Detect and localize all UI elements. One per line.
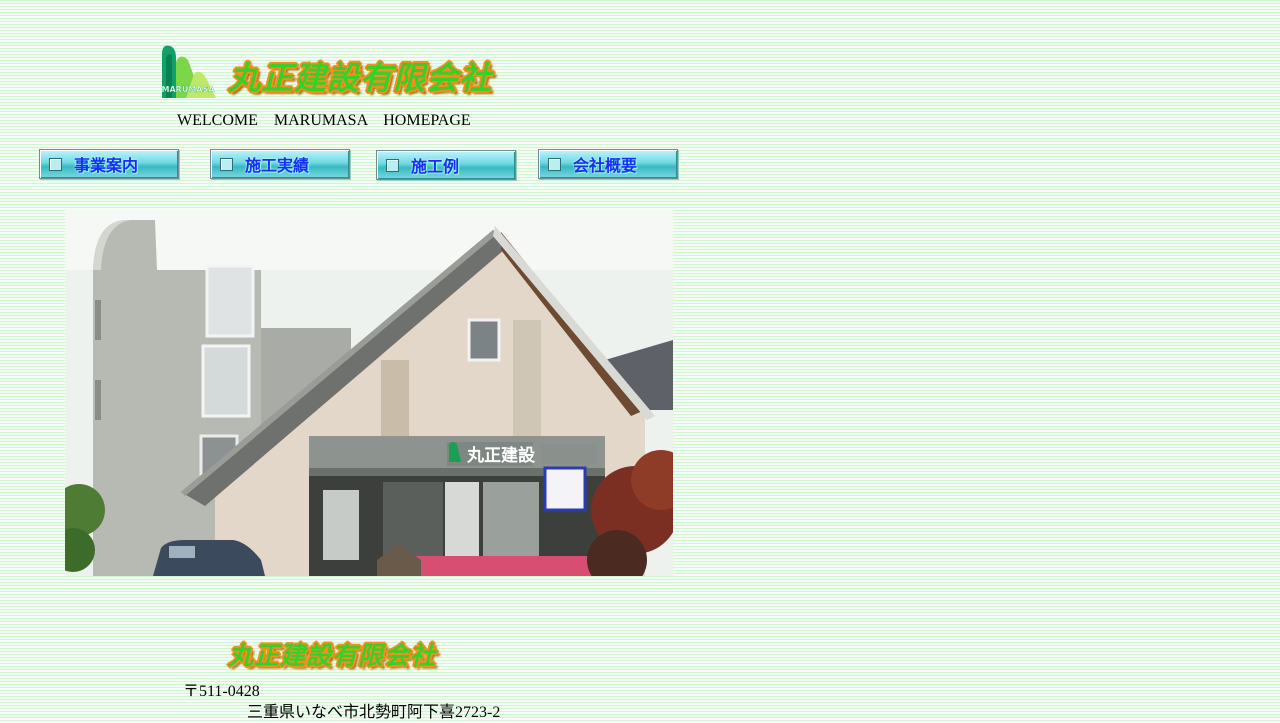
building-sign-text: 丸正建設: [466, 445, 536, 466]
company-name-wordmark: 丸正建設有限会社: [228, 59, 493, 97]
footer-company-name-wordmark: 丸正建設有限会社: [228, 641, 437, 670]
nav-button-construction-examples[interactable]: 施工例: [376, 150, 516, 180]
square-bullet-icon: [386, 158, 399, 172]
nav-button-label: 事業案内: [74, 156, 139, 175]
nav-button-business-info[interactable]: 事業案内: [39, 149, 179, 179]
nav-button-construction-record[interactable]: 施工実績: [210, 149, 350, 179]
nav-button-company-profile[interactable]: 会社概要: [538, 149, 678, 179]
marumasa-logo-icon: MARUMASA: [160, 44, 216, 100]
square-bullet-icon: [49, 157, 62, 171]
postal-code: 〒511-0428: [183, 683, 260, 700]
address-text: 三重県いなべ市北勢町阿下喜2723-2: [247, 704, 501, 721]
nav-button-label: 施工例: [411, 157, 460, 176]
square-bullet-icon: [220, 157, 233, 171]
welcome-text: WELCOME MARUMASA HOMEPAGE: [177, 112, 471, 129]
square-bullet-icon: [548, 157, 561, 171]
nav-button-label: 施工実績: [245, 156, 310, 175]
office-building-photo: 丸正建設: [65, 210, 673, 576]
logo-text: MARUMASA: [162, 85, 216, 94]
nav-button-label: 会社概要: [573, 156, 638, 175]
